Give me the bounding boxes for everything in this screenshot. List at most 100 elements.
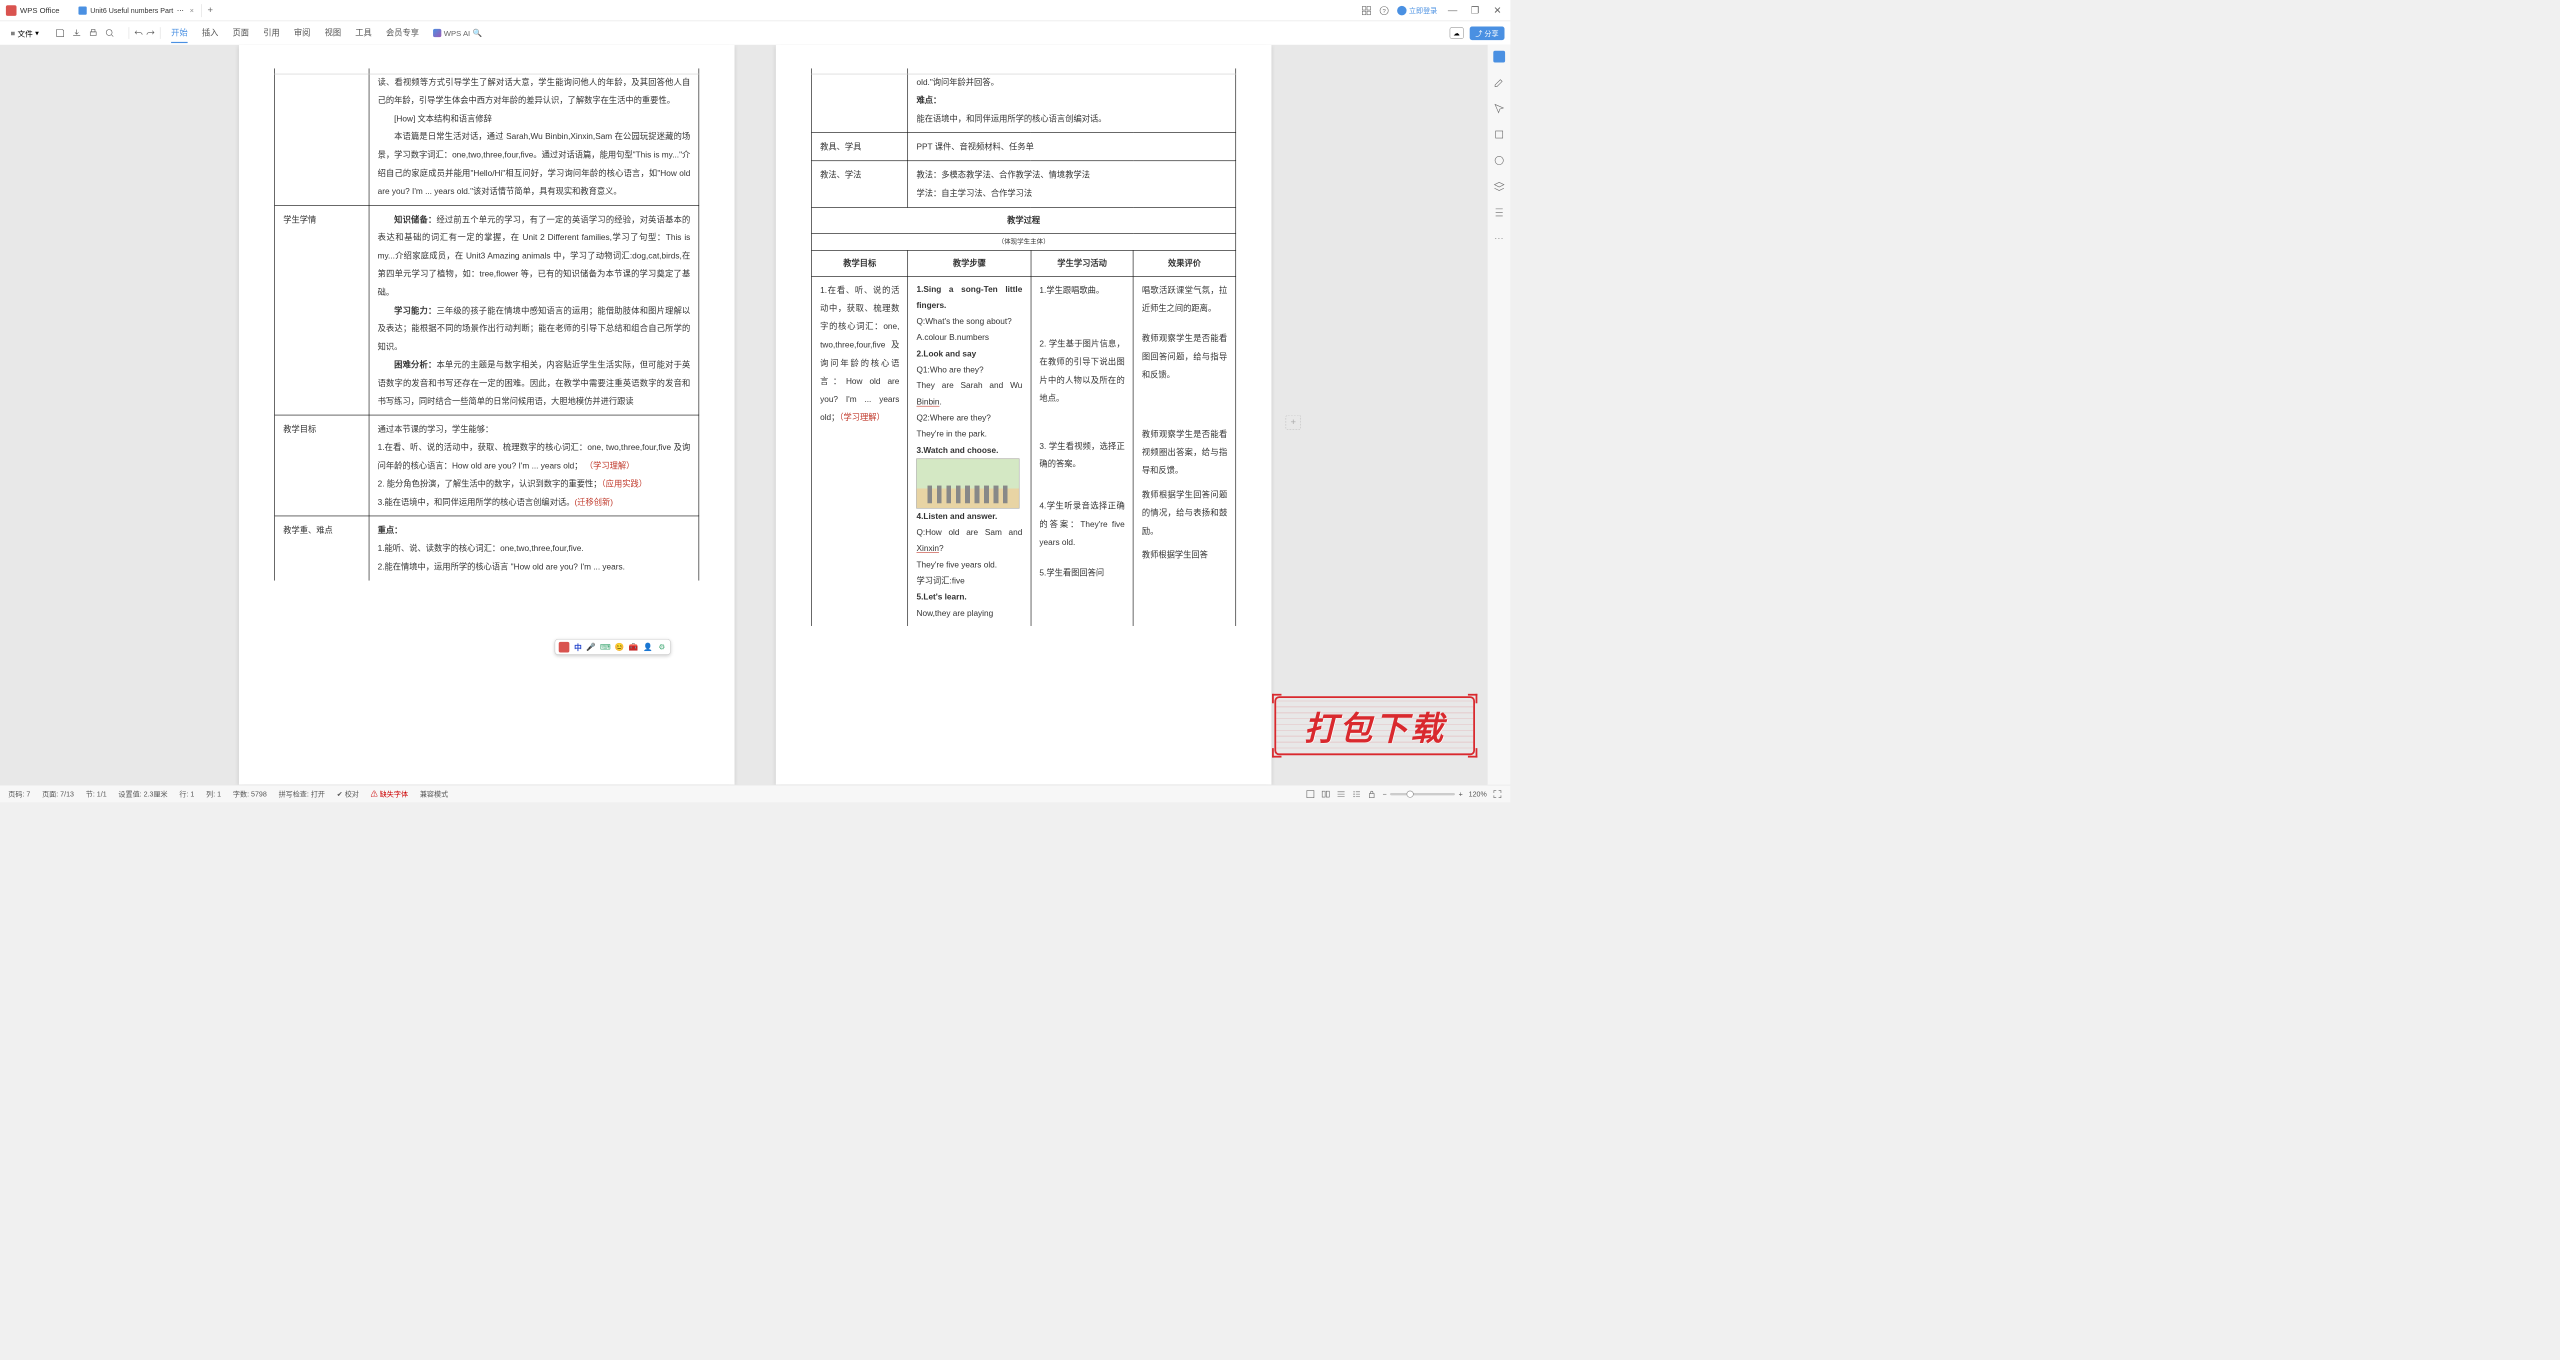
- select-icon[interactable]: [1493, 103, 1505, 115]
- app-logo[interactable]: WPS Office: [6, 5, 60, 16]
- doc-step: 4.Listen and answer.: [917, 508, 1023, 524]
- doc-text: 3.能在语境中，和同伴运用所学的核心语言创编对话。: [378, 497, 575, 506]
- ime-emoji-icon[interactable]: 😊: [615, 642, 624, 651]
- export-icon[interactable]: [72, 28, 81, 37]
- table-header: 教学目标: [812, 250, 908, 276]
- status-proof[interactable]: 校对: [345, 790, 359, 798]
- status-words[interactable]: 字数: 5798: [233, 789, 267, 799]
- status-compat[interactable]: 兼容模式: [420, 789, 448, 799]
- zoom-thumb[interactable]: [1406, 790, 1413, 797]
- doc-text: 2.能在情境中，运用所学的核心语言 "How old are you? I'm …: [378, 558, 691, 576]
- status-line[interactable]: 行: 1: [179, 789, 194, 799]
- app-name: WPS Office: [20, 6, 60, 15]
- status-section[interactable]: 节: 1/1: [86, 789, 107, 799]
- doc-icon: [78, 6, 86, 14]
- view-mode-web-icon[interactable]: [1337, 789, 1346, 798]
- doc-text: 学法：自主学习法、合作学习法: [917, 184, 1228, 202]
- ime-toolbox-icon[interactable]: 🧰: [629, 642, 638, 651]
- lock-icon[interactable]: [1367, 789, 1376, 798]
- status-pages[interactable]: 页面: 7/13: [42, 789, 74, 799]
- save-icon[interactable]: [56, 28, 65, 37]
- ime-voice-icon[interactable]: 🎤: [586, 642, 595, 651]
- zoom-level[interactable]: 120%: [1469, 790, 1487, 798]
- ai-label: WPS AI: [444, 29, 470, 38]
- doc-text: 2. 能分角色扮演，了解生活中的数字，认识到数字的重要性；: [378, 479, 602, 488]
- download-watermark[interactable]: 打包下载: [1274, 696, 1475, 755]
- tab-options-icon[interactable]: ⋯: [177, 6, 184, 14]
- tab-member[interactable]: 会员专享: [386, 23, 419, 43]
- avatar-icon: [1397, 6, 1406, 15]
- zoom-out-button[interactable]: −: [1383, 790, 1387, 798]
- view-mode-print-icon[interactable]: [1306, 789, 1315, 798]
- ime-lang-indicator[interactable]: 中: [574, 641, 582, 652]
- doc-text: [How] 文本结构和语言修辞: [378, 110, 691, 128]
- doc-text: 读、看视频等方式引导学生了解对话大意，学生能询问他人的年龄，及其回答他人自己的年…: [378, 77, 691, 105]
- minimize-button[interactable]: —: [1445, 3, 1459, 17]
- highlight-icon[interactable]: [1493, 129, 1505, 141]
- tab-tools[interactable]: 工具: [355, 23, 372, 43]
- status-missing-font[interactable]: 缺失字体: [380, 790, 408, 798]
- row-label-keypoint: 教学重、难点: [275, 516, 369, 580]
- status-spell[interactable]: 拼写检查: 打开: [279, 789, 325, 799]
- tab-review[interactable]: 审阅: [294, 23, 311, 43]
- file-menu[interactable]: ≡ 文件 ▾: [6, 25, 44, 41]
- tab-view[interactable]: 视图: [325, 23, 342, 43]
- tab-reference[interactable]: 引用: [263, 23, 280, 43]
- location-icon[interactable]: [1493, 51, 1505, 63]
- doc-tag: （应用实践）: [602, 479, 647, 488]
- doc-text: 1.在看、听、说的活动中，获取、梳理数字的核心词汇：one, two,three…: [378, 443, 691, 471]
- ime-toolbar[interactable]: 中 🎤 ⌨ 😊 🧰 👤 ⚙: [555, 639, 671, 655]
- tab-add-button[interactable]: +: [202, 3, 219, 18]
- search-icon[interactable]: 🔍: [473, 28, 483, 37]
- more-icon[interactable]: ⋯: [1494, 232, 1503, 244]
- zoom-in-button[interactable]: +: [1459, 790, 1463, 798]
- doc-text: 5.学生看图回答问: [1039, 563, 1124, 581]
- properties-icon[interactable]: [1493, 206, 1505, 218]
- row-label-tools: 教具、学具: [812, 133, 908, 161]
- undo-icon[interactable]: [134, 28, 143, 37]
- tab-page[interactable]: 页面: [233, 23, 250, 43]
- cloud-sync-icon[interactable]: ☁: [1449, 27, 1463, 39]
- print-icon[interactable]: [89, 28, 98, 37]
- view-mode-outline-icon[interactable]: [1352, 789, 1361, 798]
- table-header: 教学步骤: [908, 250, 1031, 276]
- doc-text: They're five years old.: [917, 557, 1023, 573]
- status-pos[interactable]: 设置值: 2.3厘米: [118, 789, 167, 799]
- doc-label: 知识储备：: [394, 215, 436, 224]
- document-tab[interactable]: Unit6 Useful numbers Part ⋯ ×: [71, 4, 201, 17]
- doc-tag: （学习理解）: [585, 461, 635, 470]
- status-col[interactable]: 列: 1: [206, 789, 221, 799]
- shapes-icon[interactable]: [1493, 155, 1505, 167]
- margin-control-button[interactable]: +: [1286, 415, 1301, 430]
- tab-close-button[interactable]: ×: [190, 6, 194, 14]
- login-button[interactable]: 立即登录: [1397, 5, 1437, 15]
- doc-text: 4.学生听录音选择正确的答案：They're five years old.: [1039, 497, 1124, 552]
- edit-icon[interactable]: [1493, 77, 1505, 89]
- doc-text: 通过本节课的学习，学生能够：: [378, 420, 691, 438]
- redo-icon[interactable]: [146, 28, 155, 37]
- doc-text-underline: Binbin: [917, 397, 940, 406]
- share-button[interactable]: ⤴ 分享: [1469, 26, 1504, 40]
- ime-settings-icon[interactable]: ⚙: [657, 642, 666, 651]
- app-menu-icon[interactable]: [1362, 6, 1371, 15]
- ime-user-icon[interactable]: 👤: [643, 642, 652, 651]
- view-mode-read-icon[interactable]: [1321, 789, 1330, 798]
- wps-ai-button[interactable]: WPS AI 🔍: [433, 28, 482, 37]
- wps-logo-icon: [6, 5, 17, 16]
- close-button[interactable]: ✕: [1490, 3, 1504, 17]
- document-page-right: + old."询问年龄并回答。 难点： 能在语境中，和同伴运用所学的核心语言创编…: [776, 45, 1272, 785]
- help-icon[interactable]: ?: [1379, 6, 1388, 15]
- status-page[interactable]: 页码: 7: [8, 789, 30, 799]
- maximize-button[interactable]: ❐: [1468, 3, 1482, 17]
- doc-text: 教法：多模态教学法、合作教学法、情境教学法: [917, 166, 1228, 184]
- tab-start[interactable]: 开始: [171, 23, 188, 43]
- doc-tag: （学习理解）: [839, 412, 884, 421]
- tab-insert[interactable]: 插入: [202, 23, 219, 43]
- fit-icon[interactable]: [1493, 789, 1502, 798]
- ime-keyboard-icon[interactable]: ⌨: [601, 642, 610, 651]
- doc-text: 本语篇是日常生活对话，通过 Sarah,Wu Binbin,Xinxin,Sam…: [378, 132, 691, 196]
- preview-icon[interactable]: [105, 28, 114, 37]
- layers-icon[interactable]: [1493, 181, 1505, 193]
- zoom-slider[interactable]: − +: [1383, 790, 1463, 798]
- doc-text: Q:What's the song about?: [917, 313, 1023, 329]
